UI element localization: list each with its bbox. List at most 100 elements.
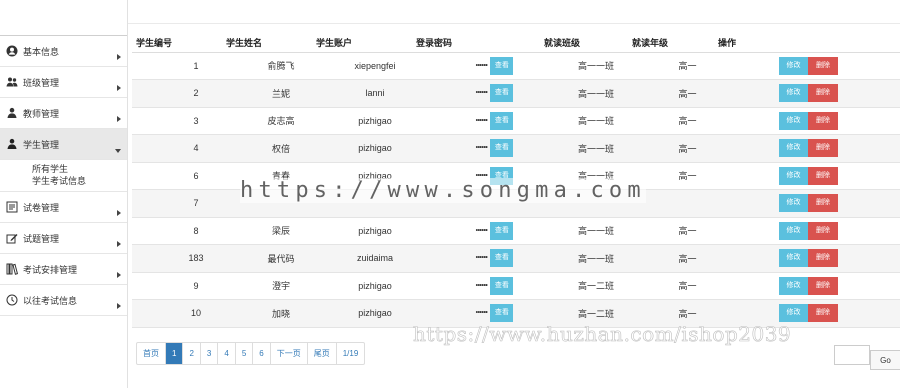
edit-button[interactable]: 修改 <box>779 194 808 213</box>
submenu-item-all-students[interactable]: 所有学生 <box>32 163 127 175</box>
student-submenu: 所有学生 学生考试信息 <box>0 160 127 192</box>
masked-password: •••••• <box>475 227 488 235</box>
cell-password: •••••• 查看 <box>412 52 540 80</box>
edit-button[interactable]: 修改 <box>779 249 808 268</box>
cell-student-account: pizhigao <box>312 217 412 245</box>
sidebar-item-past-exams[interactable]: 以往考试信息 <box>0 285 127 316</box>
cell-student-account: zuidaima <box>312 244 412 273</box>
chevron-down-icon <box>115 149 121 153</box>
sidebar-item-teacher-management[interactable]: 教师管理 <box>0 98 127 129</box>
sidebar-item-student-management[interactable]: 学生管理 <box>0 129 127 160</box>
masked-password: •••••• <box>475 89 488 97</box>
pagination-first[interactable]: 首页 <box>137 343 166 364</box>
edit-button[interactable]: 修改 <box>779 304 808 323</box>
view-password-button[interactable]: 查看 <box>490 249 514 268</box>
chevron-right-icon <box>117 303 121 309</box>
pagination-page-2[interactable]: 2 <box>183 343 201 364</box>
submenu-item-student-exam-info[interactable]: 学生考试信息 <box>32 175 127 187</box>
teacher-icon <box>6 107 18 119</box>
sidebar-item-class-management[interactable]: 班级管理 <box>0 67 127 98</box>
cell-grade: 高一 <box>628 52 714 80</box>
cell-class: 高一一班 <box>540 217 628 245</box>
edit-button[interactable]: 修改 <box>779 166 808 185</box>
pagination-next[interactable]: 下一页 <box>271 343 308 364</box>
cell-password: •••••• 查看 <box>412 217 540 245</box>
document-icon <box>6 201 18 213</box>
delete-button[interactable]: 删除 <box>808 221 838 240</box>
masked-password: •••••• <box>475 144 488 152</box>
view-password-button[interactable]: 查看 <box>490 276 514 295</box>
edit-button[interactable]: 修改 <box>779 221 808 240</box>
cell-actions: 修改 删除 <box>714 272 900 300</box>
pagination-page-6[interactable]: 6 <box>253 343 271 364</box>
delete-button[interactable]: 删除 <box>808 56 838 75</box>
go-button[interactable]: Go <box>870 350 900 370</box>
column-header-class: 就读班级 <box>540 34 628 53</box>
student-icon <box>6 138 18 150</box>
masked-password: •••••• <box>475 117 488 125</box>
page-jump-input[interactable] <box>834 345 870 365</box>
pagination-page-3[interactable]: 3 <box>201 343 219 364</box>
pagination-last[interactable]: 尾页 <box>308 343 337 364</box>
sidebar-item-question-management[interactable]: 试题管理 <box>0 223 127 254</box>
table-header-row: 学生编号 学生姓名 学生账户 登录密码 就读班级 就读年级 操作 <box>132 34 900 53</box>
cell-actions: 修改 删除 <box>714 134 900 163</box>
edit-button[interactable]: 修改 <box>779 56 808 75</box>
edit-button[interactable]: 修改 <box>779 84 808 103</box>
cell-student-id: 8 <box>132 217 222 245</box>
sidebar-item-exam-schedule[interactable]: 考试安排管理 <box>0 254 127 285</box>
group-icon <box>6 76 18 88</box>
view-password-button[interactable]: 查看 <box>490 84 514 103</box>
delete-button[interactable]: 删除 <box>808 111 838 130</box>
cell-student-id: 6 <box>132 162 222 190</box>
edit-icon <box>6 232 18 244</box>
cell-actions: 修改 删除 <box>714 79 900 108</box>
edit-button[interactable]: 修改 <box>779 276 808 295</box>
sidebar-item-paper-management[interactable]: 试卷管理 <box>0 192 127 223</box>
view-password-button[interactable]: 查看 <box>490 221 514 240</box>
cell-class: 高一一班 <box>540 79 628 108</box>
column-header-student-id: 学生编号 <box>132 34 222 53</box>
view-password-button[interactable]: 查看 <box>490 304 514 323</box>
pagination-page-5[interactable]: 5 <box>236 343 254 364</box>
cell-student-name: 俞腾飞 <box>222 52 312 80</box>
sidebar-item-label: 学生管理 <box>23 139 60 150</box>
column-header-actions: 操作 <box>714 34 900 53</box>
cell-actions: 修改 删除 <box>714 244 900 273</box>
watermark-huzhan: https://www.huzhan.com/ishop2039 <box>413 322 792 347</box>
chevron-right-icon <box>117 85 121 91</box>
cell-actions: 修改 删除 <box>714 52 900 80</box>
cell-class: 高一一班 <box>540 134 628 163</box>
delete-button[interactable]: 删除 <box>808 194 838 213</box>
view-password-button[interactable]: 查看 <box>490 111 514 130</box>
sidebar-header <box>0 0 127 36</box>
delete-button[interactable]: 删除 <box>808 249 838 268</box>
cell-student-id: 1 <box>132 52 222 80</box>
edit-button[interactable]: 修改 <box>779 139 808 158</box>
pagination-page-1[interactable]: 1 <box>166 343 184 364</box>
books-icon <box>6 263 18 275</box>
edit-button[interactable]: 修改 <box>779 111 808 130</box>
delete-button[interactable]: 删除 <box>808 166 838 185</box>
cell-student-name: 梁辰 <box>222 217 312 245</box>
table-row: 8 梁辰 pizhigao •••••• 查看 高一一班 高一 修改 删除 <box>132 217 900 245</box>
sidebar-item-basic-info[interactable]: 基本信息 <box>0 36 127 67</box>
table-row: 9 澄宇 pizhigao •••••• 查看 高一二班 高一 修改 删除 <box>132 272 900 300</box>
delete-button[interactable]: 删除 <box>808 276 838 295</box>
delete-button[interactable]: 删除 <box>808 304 838 323</box>
view-password-button[interactable]: 查看 <box>490 56 514 75</box>
delete-button[interactable]: 删除 <box>808 84 838 103</box>
sidebar-item-label: 班级管理 <box>23 77 60 88</box>
cell-student-account: xiepengfei <box>312 52 412 80</box>
view-password-button[interactable]: 查看 <box>490 139 514 158</box>
cell-student-name: 最代码 <box>222 244 312 273</box>
delete-button[interactable]: 删除 <box>808 139 838 158</box>
cell-student-id: 9 <box>132 272 222 300</box>
cell-student-id: 183 <box>132 244 222 273</box>
sidebar-item-label: 以往考试信息 <box>23 295 78 306</box>
cell-password: •••••• 查看 <box>412 272 540 300</box>
column-header-password: 登录密码 <box>412 34 540 53</box>
pagination-page-4[interactable]: 4 <box>218 343 236 364</box>
cell-student-name: 加晓 <box>222 299 312 328</box>
cell-class: 高一一班 <box>540 52 628 80</box>
